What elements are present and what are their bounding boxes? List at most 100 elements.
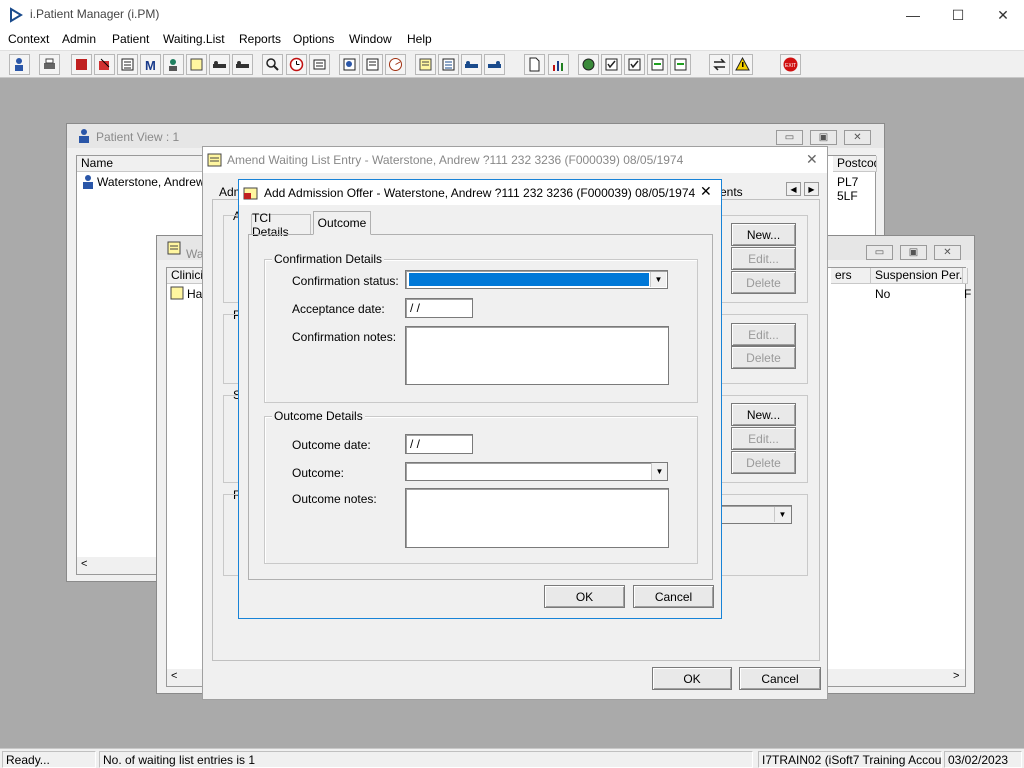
chart-icon[interactable]: [385, 54, 406, 75]
user-icon[interactable]: [9, 54, 30, 75]
bed-icon[interactable]: [232, 54, 253, 75]
cancel-button[interactable]: Cancel: [739, 667, 821, 690]
tab-scroll-right-icon[interactable]: ▶: [804, 182, 819, 196]
scroll-right-icon[interactable]: >: [953, 670, 959, 682]
check-icon[interactable]: [601, 54, 622, 75]
waiting-row-suspension[interactable]: No: [875, 287, 890, 301]
bed-icon[interactable]: [209, 54, 230, 75]
delete-button[interactable]: Delete: [731, 451, 796, 474]
new-button[interactable]: New...: [731, 223, 796, 246]
ok-button[interactable]: OK: [544, 585, 625, 608]
offer-title-bar: Add Admission Offer - Waterstone, Andrew…: [239, 180, 721, 205]
menu-help[interactable]: Help: [405, 32, 434, 46]
check-icon[interactable]: [624, 54, 645, 75]
amend-disabled-dropdown[interactable]: ▼: [720, 505, 792, 524]
horizontal-scrollbar[interactable]: <: [77, 557, 157, 574]
waiting-row-last[interactable]: F: [964, 287, 971, 301]
chevron-down-icon[interactable]: ▼: [651, 463, 667, 480]
ok-button[interactable]: OK: [652, 667, 732, 690]
waiting-list-title: Wa: [186, 247, 204, 261]
close-icon[interactable]: ✕: [806, 151, 818, 168]
maximize-button[interactable]: ☐: [935, 2, 981, 28]
scroll-left-icon[interactable]: <: [81, 558, 87, 570]
close-icon[interactable]: ✕: [700, 183, 712, 200]
delete-button[interactable]: Delete: [731, 346, 796, 369]
print-icon[interactable]: [39, 54, 60, 75]
menu-admin[interactable]: Admin: [60, 32, 98, 46]
outcome-dropdown[interactable]: [405, 462, 668, 481]
warning-icon[interactable]: [732, 54, 753, 75]
column-header-last[interactable]: F: [963, 268, 968, 284]
patient-row-postcode[interactable]: PL7 5LF: [837, 175, 875, 203]
bed-icon[interactable]: [484, 54, 505, 75]
maximize-button[interactable]: ▣: [900, 245, 927, 260]
tab-scroll-left-icon[interactable]: ◀: [786, 182, 801, 196]
close-button[interactable]: ✕: [980, 2, 1024, 28]
confirmation-notes-textarea[interactable]: [405, 326, 669, 385]
amend-dialog-title: Amend Waiting List Entry - Waterstone, A…: [227, 153, 684, 167]
card-icon[interactable]: [339, 54, 360, 75]
close-button[interactable]: ✕: [844, 130, 871, 145]
edit-icon[interactable]: [94, 54, 115, 75]
document-icon[interactable]: [524, 54, 545, 75]
add-admission-offer-dialog[interactable]: Add Admission Offer - Waterstone, Andrew…: [238, 179, 722, 619]
patient-row-name[interactable]: Waterstone, Andrew: [97, 175, 205, 189]
patient-view-icon: [77, 128, 91, 147]
bed-icon[interactable]: [461, 54, 482, 75]
tab-outcome[interactable]: Outcome: [313, 211, 371, 235]
amend-tab-right[interactable]: ents: [720, 185, 743, 199]
menu-patient[interactable]: Patient: [110, 32, 151, 46]
column-header-clinician[interactable]: Clinicia: [167, 268, 207, 284]
new-button[interactable]: New...: [731, 403, 796, 426]
note-icon[interactable]: [186, 54, 207, 75]
column-header-suspension[interactable]: Suspension Per...: [871, 268, 963, 284]
edit-button[interactable]: Edit...: [731, 323, 796, 346]
menu-context[interactable]: Context: [6, 32, 51, 46]
globe-icon[interactable]: [578, 54, 599, 75]
acceptance-date-input[interactable]: / /: [405, 298, 473, 318]
bar-chart-icon[interactable]: [548, 54, 569, 75]
cancel-button[interactable]: Cancel: [633, 585, 714, 608]
chevron-down-icon[interactable]: ▼: [650, 272, 666, 287]
status-date: 03/02/2023: [944, 751, 1022, 768]
column-header-others[interactable]: ers: [831, 268, 871, 284]
clipboard-icon[interactable]: [362, 54, 383, 75]
person-icon[interactable]: [163, 54, 184, 75]
transfer-icon[interactable]: [709, 54, 730, 75]
arrow-icon[interactable]: [670, 54, 691, 75]
minimize-button[interactable]: —: [890, 2, 936, 28]
app-title: i.Patient Manager (i.PM): [30, 7, 160, 21]
book-icon[interactable]: [71, 54, 92, 75]
scroll-left-icon[interactable]: <: [171, 670, 177, 682]
list-icon[interactable]: [117, 54, 138, 75]
column-header-name[interactable]: Name: [77, 156, 204, 172]
minimize-button[interactable]: ▭: [866, 245, 893, 260]
outcome-notes-textarea[interactable]: [405, 488, 669, 548]
form-icon[interactable]: [309, 54, 330, 75]
form-icon[interactable]: [438, 54, 459, 75]
note-icon[interactable]: [415, 54, 436, 75]
delete-button[interactable]: Delete: [731, 271, 796, 294]
exit-icon[interactable]: EXIT: [780, 54, 801, 75]
minimize-button[interactable]: ▭: [776, 130, 803, 145]
close-button[interactable]: ✕: [934, 245, 961, 260]
menu-options[interactable]: Options: [291, 32, 336, 46]
outcome-date-input[interactable]: / /: [405, 434, 473, 454]
edit-button[interactable]: Edit...: [731, 427, 796, 450]
confirmation-details-legend: Confirmation Details: [272, 252, 385, 266]
clock-icon[interactable]: [286, 54, 307, 75]
tab-tci-details[interactable]: TCI Details: [251, 211, 311, 239]
acceptance-date-label: Acceptance date:: [292, 302, 385, 316]
column-header-postcode[interactable]: Postcod: [833, 156, 877, 172]
arrow-icon[interactable]: [647, 54, 668, 75]
menu-window[interactable]: Window: [347, 32, 394, 46]
m-icon[interactable]: M: [140, 54, 161, 75]
chevron-down-icon[interactable]: ▼: [774, 507, 790, 522]
menu-bar: Context Admin Patient Waiting.List Repor…: [0, 30, 1024, 50]
menu-reports[interactable]: Reports: [237, 32, 283, 46]
menu-waiting-list[interactable]: Waiting.List: [161, 32, 227, 46]
edit-button[interactable]: Edit...: [731, 247, 796, 270]
search-doc-icon[interactable]: [262, 54, 283, 75]
confirmation-status-dropdown[interactable]: ▼: [405, 270, 668, 289]
maximize-button[interactable]: ▣: [810, 130, 837, 145]
